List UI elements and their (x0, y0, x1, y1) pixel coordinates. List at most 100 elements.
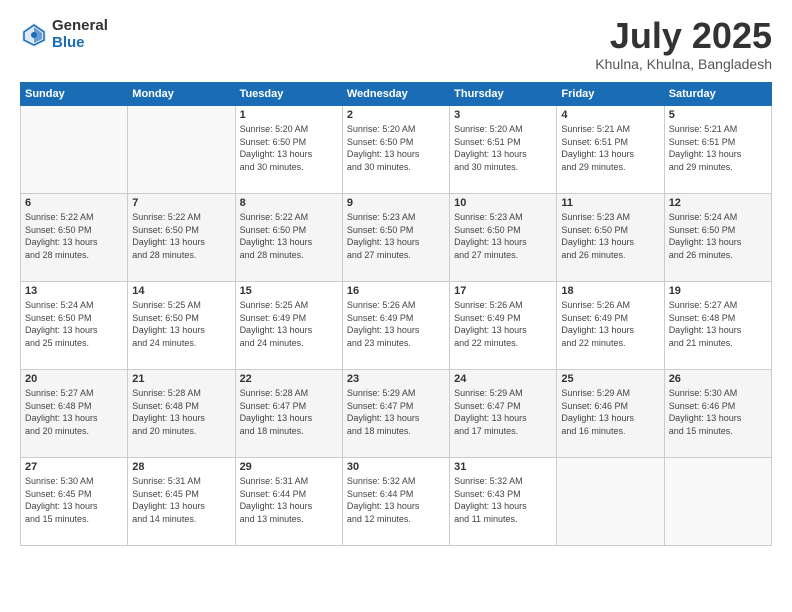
day-number: 1 (240, 109, 338, 121)
day-info: Sunrise: 5:20 AM Sunset: 6:51 PM Dayligh… (454, 123, 552, 173)
day-info: Sunrise: 5:23 AM Sunset: 6:50 PM Dayligh… (561, 211, 659, 261)
day-number: 4 (561, 109, 659, 121)
day-info: Sunrise: 5:23 AM Sunset: 6:50 PM Dayligh… (347, 211, 445, 261)
table-row: 23Sunrise: 5:29 AM Sunset: 6:47 PM Dayli… (342, 370, 449, 458)
table-row: 3 Sunrise: 5:20 AM Sunset: 6:51 PM Daylig… (450, 106, 557, 194)
page: General Blue July 2025 Khulna, Khulna, B… (0, 0, 792, 612)
table-row: 17 Sunrise: 5:26 AM Sunset: 6:49 PM Dayli… (450, 282, 557, 370)
day-info: Sunrise: 5:28 AM Sunset: 6:48 PM Dayligh… (132, 387, 230, 437)
logo-general: General (52, 18, 108, 35)
day-info: Sunrise: 5:26 AM Sunset: 6:49 PM Dayligh… (454, 299, 552, 349)
day-info: Sunrise: 5:21 AM Sunset: 6:51 PM Dayligh… (669, 123, 767, 173)
day-number: 16 (347, 285, 445, 297)
day-number: 17 (454, 285, 552, 297)
table-row: 5 Sunrise: 5:21 AM Sunset: 6:51 PM Daylig… (664, 106, 771, 194)
table-row: 27 Sunrise: 5:30 AM Sunset: 6:45 PM Dayli… (21, 458, 128, 546)
calendar-header-row: Sunday Monday Tuesday Wednesday Thursday… (21, 83, 772, 106)
calendar-week-row: 13Sunrise: 5:24 AM Sunset: 6:50 PM Dayli… (21, 282, 772, 370)
col-friday: Friday (557, 83, 664, 106)
table-row: 10 Sunrise: 5:23 AM Sunset: 6:50 PM Dayli… (450, 194, 557, 282)
day-info: Sunrise: 5:26 AM Sunset: 6:49 PM Dayligh… (561, 299, 659, 349)
table-row (128, 106, 235, 194)
col-monday: Monday (128, 83, 235, 106)
title-block: July 2025 Khulna, Khulna, Bangladesh (595, 18, 772, 72)
col-wednesday: Wednesday (342, 83, 449, 106)
day-info: Sunrise: 5:23 AM Sunset: 6:50 PM Dayligh… (454, 211, 552, 261)
day-info: Sunrise: 5:29 AM Sunset: 6:47 PM Dayligh… (454, 387, 552, 437)
table-row: 16 Sunrise: 5:26 AM Sunset: 6:49 PM Dayli… (342, 282, 449, 370)
day-info: Sunrise: 5:30 AM Sunset: 6:46 PM Dayligh… (669, 387, 767, 437)
day-number: 5 (669, 109, 767, 121)
day-number: 15 (240, 285, 338, 297)
calendar-week-row: 6 Sunrise: 5:22 AM Sunset: 6:50 PM Daylig… (21, 194, 772, 282)
day-number: 3 (454, 109, 552, 121)
table-row: 7 Sunrise: 5:22 AM Sunset: 6:50 PM Daylig… (128, 194, 235, 282)
day-number: 27 (25, 461, 123, 473)
day-number: 31 (454, 461, 552, 473)
logo-icon (20, 21, 48, 49)
table-row: 11 Sunrise: 5:23 AM Sunset: 6:50 PM Dayli… (557, 194, 664, 282)
day-number: 6 (25, 197, 123, 209)
table-row (557, 458, 664, 546)
day-info: Sunrise: 5:22 AM Sunset: 6:50 PM Dayligh… (132, 211, 230, 261)
day-number: 9 (347, 197, 445, 209)
day-number: 23 (347, 373, 445, 385)
day-number: 19 (669, 285, 767, 297)
day-info: Sunrise: 5:28 AM Sunset: 6:47 PM Dayligh… (240, 387, 338, 437)
table-row: 12 Sunrise: 5:24 AM Sunset: 6:50 PM Dayli… (664, 194, 771, 282)
day-info: Sunrise: 5:20 AM Sunset: 6:50 PM Dayligh… (347, 123, 445, 173)
table-row: 13Sunrise: 5:24 AM Sunset: 6:50 PM Dayli… (21, 282, 128, 370)
day-info: Sunrise: 5:27 AM Sunset: 6:48 PM Dayligh… (669, 299, 767, 349)
table-row: 20Sunrise: 5:27 AM Sunset: 6:48 PM Dayli… (21, 370, 128, 458)
day-number: 14 (132, 285, 230, 297)
table-row: 24 Sunrise: 5:29 AM Sunset: 6:47 PM Dayli… (450, 370, 557, 458)
day-number: 29 (240, 461, 338, 473)
day-info: Sunrise: 5:22 AM Sunset: 6:50 PM Dayligh… (25, 211, 123, 261)
day-number: 7 (132, 197, 230, 209)
logo-text: General Blue (52, 18, 108, 51)
col-tuesday: Tuesday (235, 83, 342, 106)
logo-blue: Blue (52, 35, 108, 52)
day-number: 18 (561, 285, 659, 297)
day-number: 10 (454, 197, 552, 209)
header: General Blue July 2025 Khulna, Khulna, B… (20, 18, 772, 72)
day-info: Sunrise: 5:20 AM Sunset: 6:50 PM Dayligh… (240, 123, 338, 173)
table-row: 30 Sunrise: 5:32 AM Sunset: 6:44 PM Dayli… (342, 458, 449, 546)
table-row: 26 Sunrise: 5:30 AM Sunset: 6:46 PM Dayli… (664, 370, 771, 458)
table-row (664, 458, 771, 546)
location-title: Khulna, Khulna, Bangladesh (595, 56, 772, 72)
day-info: Sunrise: 5:22 AM Sunset: 6:50 PM Dayligh… (240, 211, 338, 261)
day-info: Sunrise: 5:29 AM Sunset: 6:46 PM Dayligh… (561, 387, 659, 437)
day-number: 21 (132, 373, 230, 385)
table-row: 21 Sunrise: 5:28 AM Sunset: 6:48 PM Dayli… (128, 370, 235, 458)
calendar-week-row: 27 Sunrise: 5:30 AM Sunset: 6:45 PM Dayli… (21, 458, 772, 546)
calendar-table: Sunday Monday Tuesday Wednesday Thursday… (20, 82, 772, 546)
logo: General Blue (20, 18, 108, 51)
day-info: Sunrise: 5:24 AM Sunset: 6:50 PM Dayligh… (25, 299, 123, 349)
day-number: 24 (454, 373, 552, 385)
table-row: 22Sunrise: 5:28 AM Sunset: 6:47 PM Dayli… (235, 370, 342, 458)
day-info: Sunrise: 5:25 AM Sunset: 6:49 PM Dayligh… (240, 299, 338, 349)
table-row: 8Sunrise: 5:22 AM Sunset: 6:50 PM Daylig… (235, 194, 342, 282)
day-info: Sunrise: 5:31 AM Sunset: 6:44 PM Dayligh… (240, 475, 338, 525)
day-info: Sunrise: 5:32 AM Sunset: 6:44 PM Dayligh… (347, 475, 445, 525)
table-row: 29 Sunrise: 5:31 AM Sunset: 6:44 PM Dayli… (235, 458, 342, 546)
day-number: 12 (669, 197, 767, 209)
day-number: 11 (561, 197, 659, 209)
day-number: 26 (669, 373, 767, 385)
day-number: 30 (347, 461, 445, 473)
table-row: 14Sunrise: 5:25 AM Sunset: 6:50 PM Dayli… (128, 282, 235, 370)
day-info: Sunrise: 5:32 AM Sunset: 6:43 PM Dayligh… (454, 475, 552, 525)
table-row: 19 Sunrise: 5:27 AM Sunset: 6:48 PM Dayli… (664, 282, 771, 370)
day-info: Sunrise: 5:26 AM Sunset: 6:49 PM Dayligh… (347, 299, 445, 349)
col-sunday: Sunday (21, 83, 128, 106)
day-info: Sunrise: 5:24 AM Sunset: 6:50 PM Dayligh… (669, 211, 767, 261)
day-number: 28 (132, 461, 230, 473)
day-info: Sunrise: 5:30 AM Sunset: 6:45 PM Dayligh… (25, 475, 123, 525)
table-row: 25 Sunrise: 5:29 AM Sunset: 6:46 PM Dayli… (557, 370, 664, 458)
col-saturday: Saturday (664, 83, 771, 106)
table-row: 4Sunrise: 5:21 AM Sunset: 6:51 PM Daylig… (557, 106, 664, 194)
month-title: July 2025 (595, 18, 772, 54)
table-row: 15 Sunrise: 5:25 AM Sunset: 6:49 PM Dayli… (235, 282, 342, 370)
day-number: 25 (561, 373, 659, 385)
